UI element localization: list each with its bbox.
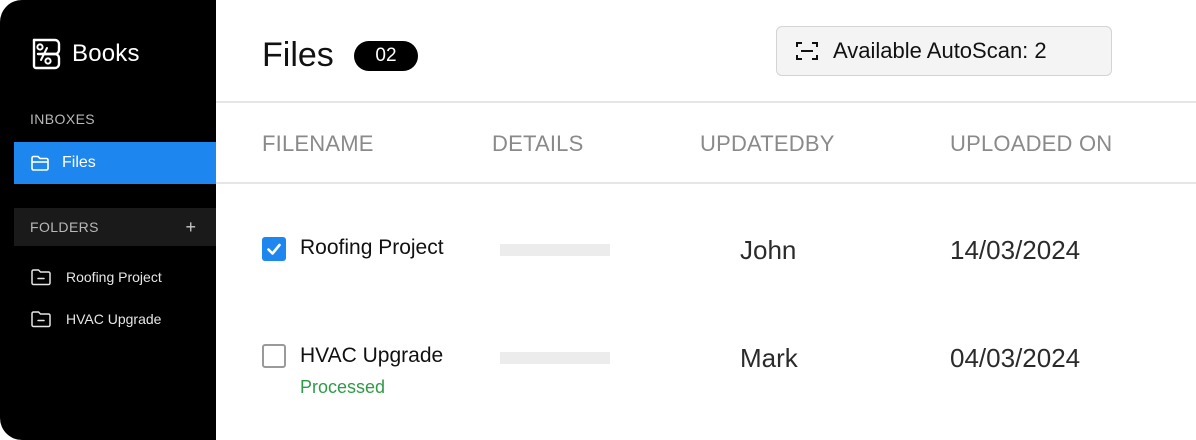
sidebar-folder-hvac-upgrade[interactable]: HVAC Upgrade	[30, 310, 161, 328]
details-placeholder	[500, 244, 610, 256]
file-name[interactable]: Roofing Project	[300, 236, 444, 260]
inboxes-label: INBOXES	[30, 111, 96, 127]
row-checkbox[interactable]	[262, 237, 286, 261]
folder-label: Roofing Project	[66, 269, 162, 285]
page-title: Files	[262, 36, 334, 74]
status-label: Processed	[300, 377, 386, 397]
column-header-updatedby[interactable]: UPDATEDBY	[700, 131, 835, 157]
row-checkbox[interactable]	[262, 344, 286, 368]
column-header-filename[interactable]: FILENAME	[262, 131, 374, 157]
books-logo-icon	[32, 38, 61, 70]
folders-label: FOLDERS	[30, 219, 99, 235]
sidebar: Books INBOXES Files FOLDERS + Roofing Pr…	[0, 0, 216, 440]
folder-icon	[31, 311, 51, 328]
folder-open-icon	[31, 155, 49, 171]
folder-icon	[31, 269, 51, 286]
brand[interactable]: Books	[28, 36, 140, 72]
table-header-divider	[216, 182, 1196, 184]
uploaded-on: 14/03/2024	[950, 235, 1081, 265]
brand-name: Books	[72, 40, 140, 67]
folders-header: FOLDERS +	[14, 208, 216, 246]
folder-label: HVAC Upgrade	[66, 311, 162, 327]
scan-icon	[796, 42, 818, 60]
details-placeholder	[500, 352, 610, 364]
add-folder-icon[interactable]: +	[185, 217, 196, 238]
autoscan-button[interactable]: Available AutoScan: 2	[776, 26, 1112, 76]
updated-by: John	[740, 235, 797, 265]
column-header-details[interactable]: DETAILS	[492, 131, 583, 157]
column-header-uploaded-on[interactable]: UPLOADED ON	[950, 131, 1112, 157]
sidebar-folder-roofing-project[interactable]: Roofing Project	[30, 268, 162, 286]
uploaded-on: 04/03/2024	[950, 343, 1081, 373]
sidebar-item-label: Files	[62, 154, 96, 171]
sidebar-item-files[interactable]: Files	[14, 142, 216, 184]
file-count-badge: 02	[354, 41, 418, 71]
updated-by: Mark	[740, 343, 798, 373]
checkmark-icon	[267, 243, 281, 255]
file-name[interactable]: HVAC Upgrade	[300, 344, 443, 368]
header-divider	[216, 101, 1196, 103]
autoscan-label: Available AutoScan: 2	[833, 38, 1047, 63]
